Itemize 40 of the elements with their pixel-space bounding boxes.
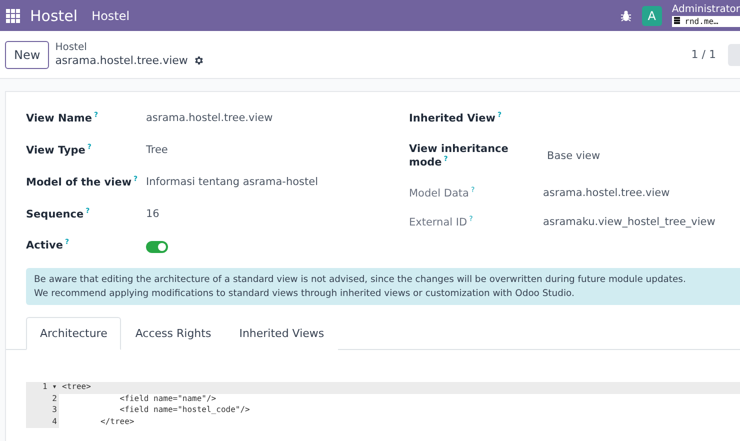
- code-line: <field name="hostel_code"/>: [118, 405, 250, 416]
- new-button[interactable]: New: [5, 40, 50, 68]
- field-value: asramaku.view_hostel_tree_view: [543, 216, 716, 228]
- field-value: 16: [146, 208, 160, 220]
- active-toggle[interactable]: [146, 240, 168, 252]
- code-line: <field name="name"/>: [118, 394, 216, 404]
- field-label: External ID $^{?}$: [409, 214, 474, 228]
- code-editor[interactable]: 1 ▾ <tree> 2 <field name="name"/> 3 <field name="hostel_code"/> 4 </tree>: [26, 382, 740, 428]
- record-title: asrama.hostel.tree.view: [55, 54, 188, 68]
- field-value: Tree: [146, 144, 169, 156]
- line-number: 4: [26, 416, 59, 428]
- tab[interactable]: Architecture: [26, 317, 122, 350]
- settings-icon[interactable]: [192, 55, 204, 66]
- database-icon: [674, 16, 680, 24]
- field-value: Informasi tentang asrama-hostel: [146, 176, 319, 188]
- line-number: 2: [26, 394, 59, 405]
- field-value: Base view: [547, 150, 602, 162]
- code-line: <tree>: [61, 382, 91, 393]
- database-badge: rnd.me…: [672, 16, 740, 26]
- field-label: View inheritance mode $^{?}$: [409, 143, 510, 169]
- field-value: asrama.hostel.tree.view: [146, 112, 274, 124]
- code-line: </tree>: [100, 416, 134, 428]
- field-label: Sequence $^{?}$: [26, 207, 91, 221]
- field-label: View Name $^{?}$: [26, 111, 100, 125]
- bug-icon[interactable]: [620, 10, 632, 22]
- alert-text: We recommend applying modifications to standard views through inherited views or customization with Odoo Studio.: [34, 288, 576, 299]
- pager-value[interactable]: 1 / 1: [691, 48, 716, 61]
- menu-item[interactable]: Hostel: [92, 8, 130, 22]
- field-label: Model Data $^{?}$: [409, 186, 476, 200]
- field-value: asrama.hostel.tree.view: [543, 186, 671, 198]
- user-name[interactable]: Administrator: [672, 4, 740, 14]
- field-label: Model of the view $^{?}$: [26, 175, 139, 189]
- app-name[interactable]: Hostel: [30, 6, 78, 24]
- apps-grid-icon[interactable]: [6, 8, 20, 22]
- breadcrumb-link[interactable]: Hostel: [55, 42, 204, 54]
- alert-text: Be aware that editing the architecture of a standard view is not advised, since the changes will be overwritten during future module updates.: [34, 274, 687, 285]
- field-label: View Type $^{?}$: [26, 143, 92, 157]
- field-label: Active $^{?}$: [26, 238, 70, 252]
- field-label: Inherited View $^{?}$: [409, 111, 502, 125]
- line-number: 3: [26, 405, 59, 416]
